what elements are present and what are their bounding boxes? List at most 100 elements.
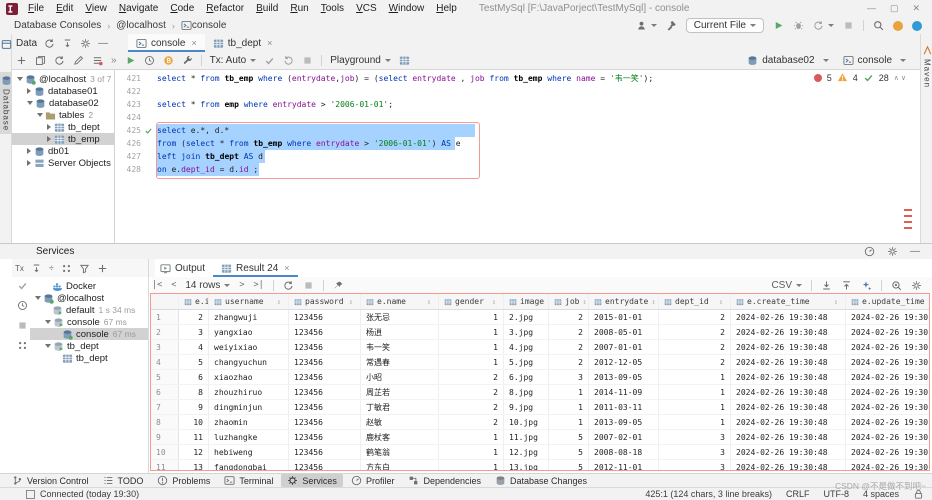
grid-cell[interactable]: 2024-02-26 19:30:48 xyxy=(846,385,930,399)
grid-cell[interactable]: 1 xyxy=(549,400,589,414)
refresh-icon[interactable] xyxy=(44,38,55,49)
grid-cell[interactable]: 5 xyxy=(549,445,589,459)
column-header-username[interactable]: username↕ xyxy=(209,294,289,309)
grid-cell[interactable]: 11.jpg xyxy=(504,430,549,444)
grid-cell[interactable]: 1 xyxy=(439,460,504,471)
services-tree-item-default[interactable]: default1 s 34 ms xyxy=(30,304,148,316)
chevron-right-icon[interactable] xyxy=(47,136,51,142)
grid-cell[interactable]: 123456 xyxy=(289,415,361,429)
column-header-password[interactable]: password↕ xyxy=(289,294,361,309)
grid-cell[interactable]: 2 xyxy=(549,340,589,354)
grid-cell[interactable]: 韦一笑 xyxy=(361,340,439,354)
indent-setting[interactable]: 4 spaces xyxy=(863,489,899,499)
grid-cell[interactable]: 2013-09-05 xyxy=(589,415,659,429)
toolwindow-version-control[interactable]: Version Control xyxy=(6,474,95,487)
toolwindow-profiler[interactable]: Profiler xyxy=(345,474,401,487)
row-number[interactable]: 9 xyxy=(151,430,179,444)
close-tab-icon[interactable]: × xyxy=(284,263,289,273)
grid-cell[interactable]: 123456 xyxy=(289,370,361,384)
services-tree-item-console[interactable]: console67 ms xyxy=(30,316,148,328)
add-icon[interactable] xyxy=(16,55,27,66)
grid-cell[interactable]: 2 xyxy=(659,325,731,339)
grid-cell[interactable]: 1 xyxy=(439,310,504,324)
grid-cell[interactable]: 1 xyxy=(659,400,731,414)
db-tree-item-tb_dept[interactable]: tb_dept xyxy=(12,121,114,133)
grid-cell[interactable]: 2024-02-26 19:30:48 xyxy=(846,310,930,324)
grid-cell[interactable]: luzhangke xyxy=(209,430,289,444)
toolwindow-problems[interactable]: Problems xyxy=(151,474,216,487)
grid-cell[interactable]: 鹿杖客 xyxy=(361,430,439,444)
toolwindow-services[interactable]: Services xyxy=(281,474,343,487)
changes-list-icon[interactable] xyxy=(92,55,103,66)
grid-cell[interactable]: 赵敏 xyxy=(361,415,439,429)
grid-cell[interactable]: 小昭 xyxy=(361,370,439,384)
grid-cell[interactable]: 1 xyxy=(659,385,731,399)
stop-query-icon[interactable] xyxy=(302,55,313,66)
tx-mode-select[interactable]: Tx: Auto xyxy=(210,55,257,66)
grid-cell[interactable]: 123456 xyxy=(289,400,361,414)
sort-icon[interactable]: ↕ xyxy=(492,298,498,306)
duplicate-icon[interactable] xyxy=(35,55,46,66)
settings-gear-icon[interactable] xyxy=(887,246,898,257)
grid-cell[interactable]: 2 xyxy=(549,310,589,324)
result-tab-result-24[interactable]: Result 24× xyxy=(213,259,298,277)
grid-cell[interactable]: 2024-02-26 19:30:48 xyxy=(731,325,846,339)
row-number[interactable]: 2 xyxy=(151,325,179,339)
chevron-down-icon[interactable] xyxy=(37,113,43,117)
grid-cell[interactable]: 10 xyxy=(179,415,209,429)
grid-cell[interactable]: 13.jpg xyxy=(504,460,549,471)
clock-icon[interactable] xyxy=(17,300,28,311)
toolwindow-todo[interactable]: TODO xyxy=(97,474,150,487)
check-icon[interactable] xyxy=(17,280,28,291)
grid-cell[interactable]: 6.jpg xyxy=(504,370,549,384)
grid-cell[interactable]: 1 xyxy=(659,415,731,429)
result-grid[interactable]: e.id↕username↕password↕e.name↕gender↕ima… xyxy=(150,293,930,471)
menu-refactor[interactable]: Refactor xyxy=(200,3,250,14)
menu-navigate[interactable]: Navigate xyxy=(113,3,164,14)
grid-cell[interactable]: 123456 xyxy=(289,385,361,399)
sql-editor[interactable]: 421select * from tb_emp where (entrydate… xyxy=(115,70,920,243)
menu-build[interactable]: Build xyxy=(250,3,284,14)
grid-cell[interactable]: 2024-02-26 19:30:48 xyxy=(846,370,930,384)
grid-cell[interactable]: 8 xyxy=(179,385,209,399)
editor-tab-tb_dept[interactable]: tb_dept× xyxy=(205,34,281,52)
run-button[interactable] xyxy=(773,20,784,31)
grid-cell[interactable]: 2024-02-26 19:30:48 xyxy=(731,355,846,369)
grid-cell[interactable]: yangxiao xyxy=(209,325,289,339)
menu-code[interactable]: Code xyxy=(164,3,200,14)
grid-cell[interactable]: 12.jpg xyxy=(504,445,549,459)
chevron-down-icon[interactable] xyxy=(27,101,33,105)
grid-cell[interactable]: 3 xyxy=(659,445,731,459)
history-icon[interactable] xyxy=(144,55,155,66)
grid-cell[interactable]: zhouzhiruo xyxy=(209,385,289,399)
services-tree-item-tb_dept[interactable]: tb_dept xyxy=(30,340,148,352)
sort-icon[interactable]: ↕ xyxy=(928,298,930,306)
editor-line[interactable]: 421select * from tb_emp where (entrydate… xyxy=(115,72,920,85)
grid-cell[interactable]: 9.jpg xyxy=(504,400,549,414)
column-header-e.update_time[interactable]: e.update_time↕ xyxy=(846,294,930,309)
grid-cell[interactable]: 2024-02-26 19:30:48 xyxy=(731,385,846,399)
grid-cell[interactable]: 3 xyxy=(659,430,731,444)
profile-button[interactable] xyxy=(636,20,657,31)
export-format-select[interactable]: CSV xyxy=(771,280,802,291)
row-number[interactable]: 4 xyxy=(151,355,179,369)
commit-icon[interactable] xyxy=(264,55,275,66)
grid-cell[interactable]: 2013-09-05 xyxy=(589,370,659,384)
menu-file[interactable]: File xyxy=(22,3,50,14)
menu-tools[interactable]: Tools xyxy=(315,3,350,14)
hide-services-icon[interactable]: — xyxy=(910,246,920,257)
line-ending[interactable]: CRLF xyxy=(786,489,810,499)
stop-button[interactable] xyxy=(843,20,854,31)
row-number[interactable]: 6 xyxy=(151,385,179,399)
grid-cell[interactable]: 123456 xyxy=(289,325,361,339)
menu-help[interactable]: Help xyxy=(430,3,463,14)
grid-cell[interactable]: 2024-02-26 19:30:48 xyxy=(846,400,930,414)
rollback-icon[interactable] xyxy=(283,55,294,66)
grid-cell[interactable]: 2008-08-18 xyxy=(589,445,659,459)
grid-cell[interactable]: 2007-02-01 xyxy=(589,430,659,444)
grid-cell[interactable]: 2008-05-01 xyxy=(589,325,659,339)
grid-cell[interactable]: weiyixiao xyxy=(209,340,289,354)
minimize-button[interactable]: — xyxy=(867,3,876,14)
grid-cell[interactable]: 1 xyxy=(439,430,504,444)
run-configuration-select[interactable]: Current File xyxy=(686,18,764,33)
